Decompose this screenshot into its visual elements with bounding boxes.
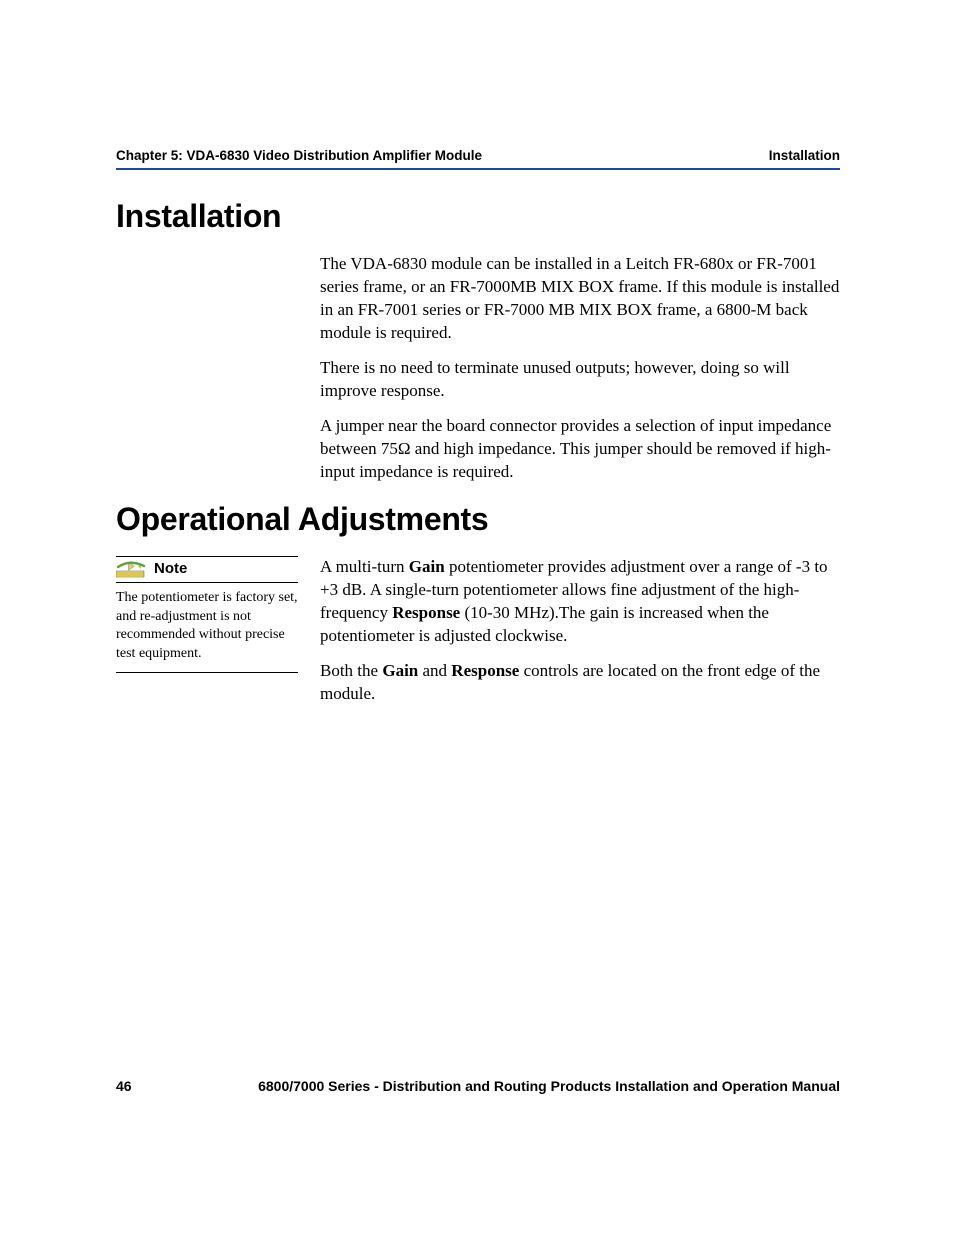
note-text: The potentiometer is factory set, and re… (116, 589, 298, 665)
text-run: Both the (320, 661, 382, 680)
footer-title: 6800/7000 Series - Distribution and Rout… (258, 1078, 840, 1094)
heading-operational-adjustments: Operational Adjustments (116, 501, 840, 538)
installation-p1: The VDA-6830 module can be installed in … (320, 253, 840, 345)
bold-response: Response (451, 661, 519, 680)
page-number: 46 (116, 1078, 132, 1094)
operational-adjustments-body: Note The potentiometer is factory set, a… (116, 556, 840, 718)
header-section: Installation (769, 148, 840, 163)
operational-adjustments-main: A multi-turn Gain potentiometer provides… (320, 556, 840, 718)
note-header: Note (116, 556, 298, 582)
bold-gain: Gain (409, 557, 445, 576)
side-note: Note The potentiometer is factory set, a… (116, 556, 298, 673)
heading-installation: Installation (116, 198, 840, 235)
note-label: Note (154, 559, 187, 579)
text-run: and (418, 661, 451, 680)
running-header: Chapter 5: VDA-6830 Video Distribution A… (116, 148, 840, 170)
installation-p2: There is no need to terminate unused out… (320, 357, 840, 403)
operational-p1: A multi-turn Gain potentiometer provides… (320, 556, 840, 648)
installation-p3: A jumper near the board connector provid… (320, 415, 840, 484)
page-content: Chapter 5: VDA-6830 Video Distribution A… (116, 148, 840, 718)
installation-body: The VDA-6830 module can be installed in … (320, 253, 840, 483)
pencil-icon (116, 561, 150, 579)
bold-response: Response (392, 603, 460, 622)
text-run: A multi-turn (320, 557, 409, 576)
operational-p2: Both the Gain and Response controls are … (320, 660, 840, 706)
running-footer: 46 6800/7000 Series - Distribution and R… (116, 1078, 840, 1094)
header-chapter: Chapter 5: VDA-6830 Video Distribution A… (116, 148, 482, 163)
bold-gain: Gain (382, 661, 418, 680)
